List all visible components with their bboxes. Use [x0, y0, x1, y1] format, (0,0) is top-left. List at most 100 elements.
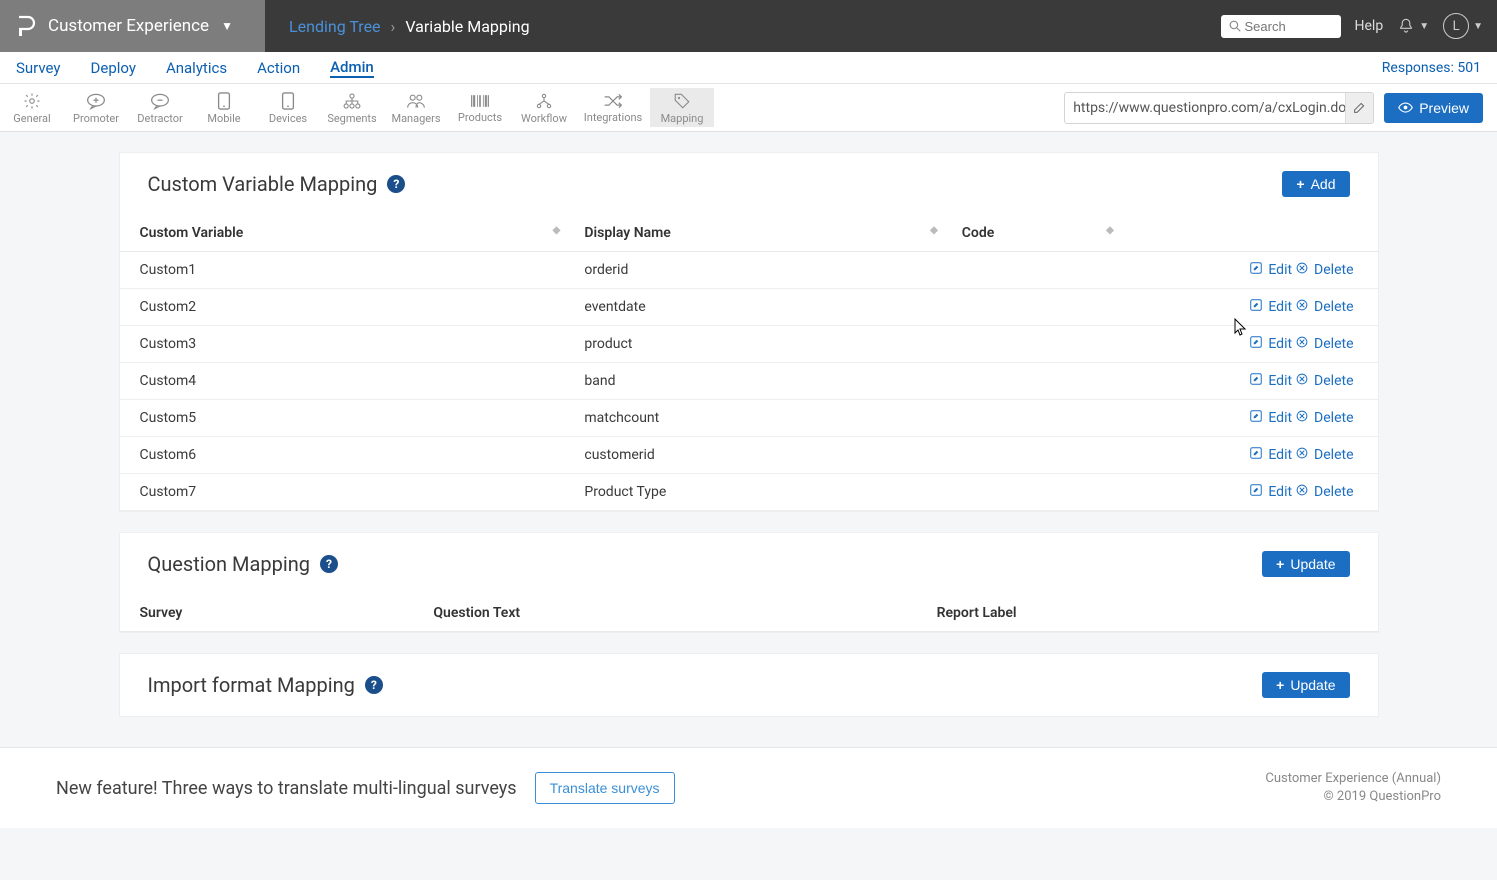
- toolbar-mobile[interactable]: Mobile: [192, 88, 256, 127]
- nav-tab-deploy[interactable]: Deploy: [91, 59, 136, 77]
- footer-plan: Customer Experience (Annual): [1265, 770, 1441, 788]
- col-display-name[interactable]: Display Name◆: [572, 215, 949, 252]
- nav-tab-survey[interactable]: Survey: [16, 59, 61, 77]
- toolbar-devices[interactable]: Devices: [256, 88, 320, 127]
- nav-tab-admin[interactable]: Admin: [330, 58, 374, 78]
- edit-link[interactable]: Edit: [1268, 410, 1292, 426]
- edit-link[interactable]: Edit: [1268, 373, 1292, 389]
- toolbar-segments[interactable]: Segments: [320, 88, 384, 127]
- cell-code: [950, 400, 1126, 437]
- edit-icon: [1250, 336, 1262, 352]
- share-url-field[interactable]: https://www.questionpro.com/a/cxLogin.do…: [1064, 92, 1374, 124]
- toolbar-label: Segments: [327, 112, 376, 125]
- translate-surveys-button[interactable]: Translate surveys: [535, 772, 675, 804]
- col-report-label[interactable]: Report Label: [925, 595, 1378, 632]
- nav-tab-analytics[interactable]: Analytics: [166, 59, 227, 77]
- search-input-wrapper[interactable]: [1221, 15, 1341, 38]
- cell-display-name: band: [572, 363, 949, 400]
- delete-icon: [1296, 447, 1308, 463]
- share-url-text: https://www.questionpro.com/a/cxLogin.do…: [1065, 100, 1345, 116]
- delete-icon: [1296, 484, 1308, 500]
- col-custom-variable[interactable]: Custom Variable◆: [120, 215, 573, 252]
- help-link[interactable]: Help: [1355, 18, 1384, 34]
- delete-link[interactable]: Delete: [1314, 262, 1353, 278]
- table-row: Custom3product Edit Delete: [120, 326, 1378, 363]
- cell-code: [950, 252, 1126, 289]
- delete-link[interactable]: Delete: [1314, 336, 1353, 352]
- delete-link[interactable]: Delete: [1314, 410, 1353, 426]
- toolbar-general[interactable]: General: [0, 88, 64, 127]
- product-switcher[interactable]: Customer Experience ▼: [0, 0, 265, 52]
- chevron-down-icon: ▼: [221, 19, 233, 33]
- delete-link[interactable]: Delete: [1314, 484, 1353, 500]
- edit-link[interactable]: Edit: [1268, 447, 1292, 463]
- avatar: L: [1443, 13, 1469, 39]
- logo-icon: [16, 15, 36, 37]
- cell-actions: Edit Delete: [1126, 289, 1378, 326]
- table-row: Custom2eventdate Edit Delete: [120, 289, 1378, 326]
- edit-link[interactable]: Edit: [1268, 299, 1292, 315]
- table-row: Custom1orderid Edit Delete: [120, 252, 1378, 289]
- cell-var: Custom2: [120, 289, 573, 326]
- import-format-mapping-panel: Import format Mapping ? + Update: [119, 653, 1379, 717]
- table-row: Custom5matchcount Edit Delete: [120, 400, 1378, 437]
- help-icon[interactable]: ?: [320, 555, 338, 573]
- col-survey[interactable]: Survey: [120, 595, 422, 632]
- delete-icon: [1296, 262, 1308, 278]
- toolbar-right: https://www.questionpro.com/a/cxLogin.do…: [1064, 92, 1497, 124]
- col-code[interactable]: Code◆: [950, 215, 1126, 252]
- help-icon[interactable]: ?: [387, 175, 405, 193]
- hierarchy-icon: [342, 92, 362, 110]
- delete-link[interactable]: Delete: [1314, 299, 1353, 315]
- delete-icon: [1296, 336, 1308, 352]
- add-button[interactable]: + Add: [1282, 171, 1349, 197]
- toolbar-workflow[interactable]: Workflow: [512, 88, 576, 127]
- cell-code: [950, 326, 1126, 363]
- update-button[interactable]: + Update: [1262, 672, 1349, 698]
- edit-link[interactable]: Edit: [1268, 336, 1292, 352]
- cell-display-name: matchcount: [572, 400, 949, 437]
- user-menu[interactable]: L ▼: [1443, 13, 1483, 39]
- toolbar-label: Mobile: [207, 112, 240, 125]
- toolbar-integrations[interactable]: Integrations: [576, 88, 650, 127]
- cell-var: Custom1: [120, 252, 573, 289]
- toolbar-label: Products: [458, 111, 502, 124]
- toolbar-managers[interactable]: Managers: [384, 88, 448, 127]
- panel-title: Custom Variable Mapping: [148, 172, 378, 196]
- topbar-right: Help ▼ L ▼: [1221, 13, 1497, 39]
- breadcrumb-project[interactable]: Lending Tree: [289, 17, 381, 36]
- edit-link[interactable]: Edit: [1268, 484, 1292, 500]
- responses-count[interactable]: Responses: 501: [1382, 60, 1481, 76]
- col-question-text[interactable]: Question Text: [421, 595, 924, 632]
- toolbar-products[interactable]: Products: [448, 88, 512, 127]
- chevron-down-icon: ▼: [1473, 21, 1483, 32]
- edit-link[interactable]: Edit: [1268, 262, 1292, 278]
- panel-header: Import format Mapping ? + Update: [120, 654, 1378, 716]
- shuffle-icon: [603, 93, 623, 109]
- nav-tab-action[interactable]: Action: [257, 59, 300, 77]
- cell-var: Custom5: [120, 400, 573, 437]
- edit-url-button[interactable]: [1345, 93, 1373, 123]
- delete-link[interactable]: Delete: [1314, 373, 1353, 389]
- col-actions: [1126, 215, 1378, 252]
- plus-icon: +: [1276, 677, 1284, 693]
- footer-right: Customer Experience (Annual) © 2019 Ques…: [1265, 770, 1441, 806]
- notifications-button[interactable]: ▼: [1397, 17, 1429, 35]
- add-label: Add: [1311, 176, 1336, 192]
- delete-icon: [1296, 373, 1308, 389]
- delete-link[interactable]: Delete: [1314, 447, 1353, 463]
- gear-icon: [23, 92, 41, 110]
- plus-icon: +: [1296, 176, 1304, 192]
- toolbar-mapping[interactable]: Mapping: [650, 88, 714, 127]
- cell-display-name: eventdate: [572, 289, 949, 326]
- search-input[interactable]: [1245, 19, 1325, 34]
- help-icon[interactable]: ?: [365, 676, 383, 694]
- main-nav: Survey Deploy Analytics Action Admin Res…: [0, 52, 1497, 84]
- people-icon: [406, 92, 426, 110]
- preview-label: Preview: [1419, 100, 1469, 116]
- toolbar-promoter[interactable]: Promoter: [64, 88, 128, 127]
- toolbar-detractor[interactable]: Detractor: [128, 88, 192, 127]
- preview-button[interactable]: Preview: [1384, 93, 1483, 123]
- cell-actions: Edit Delete: [1126, 252, 1378, 289]
- update-button[interactable]: + Update: [1262, 551, 1349, 577]
